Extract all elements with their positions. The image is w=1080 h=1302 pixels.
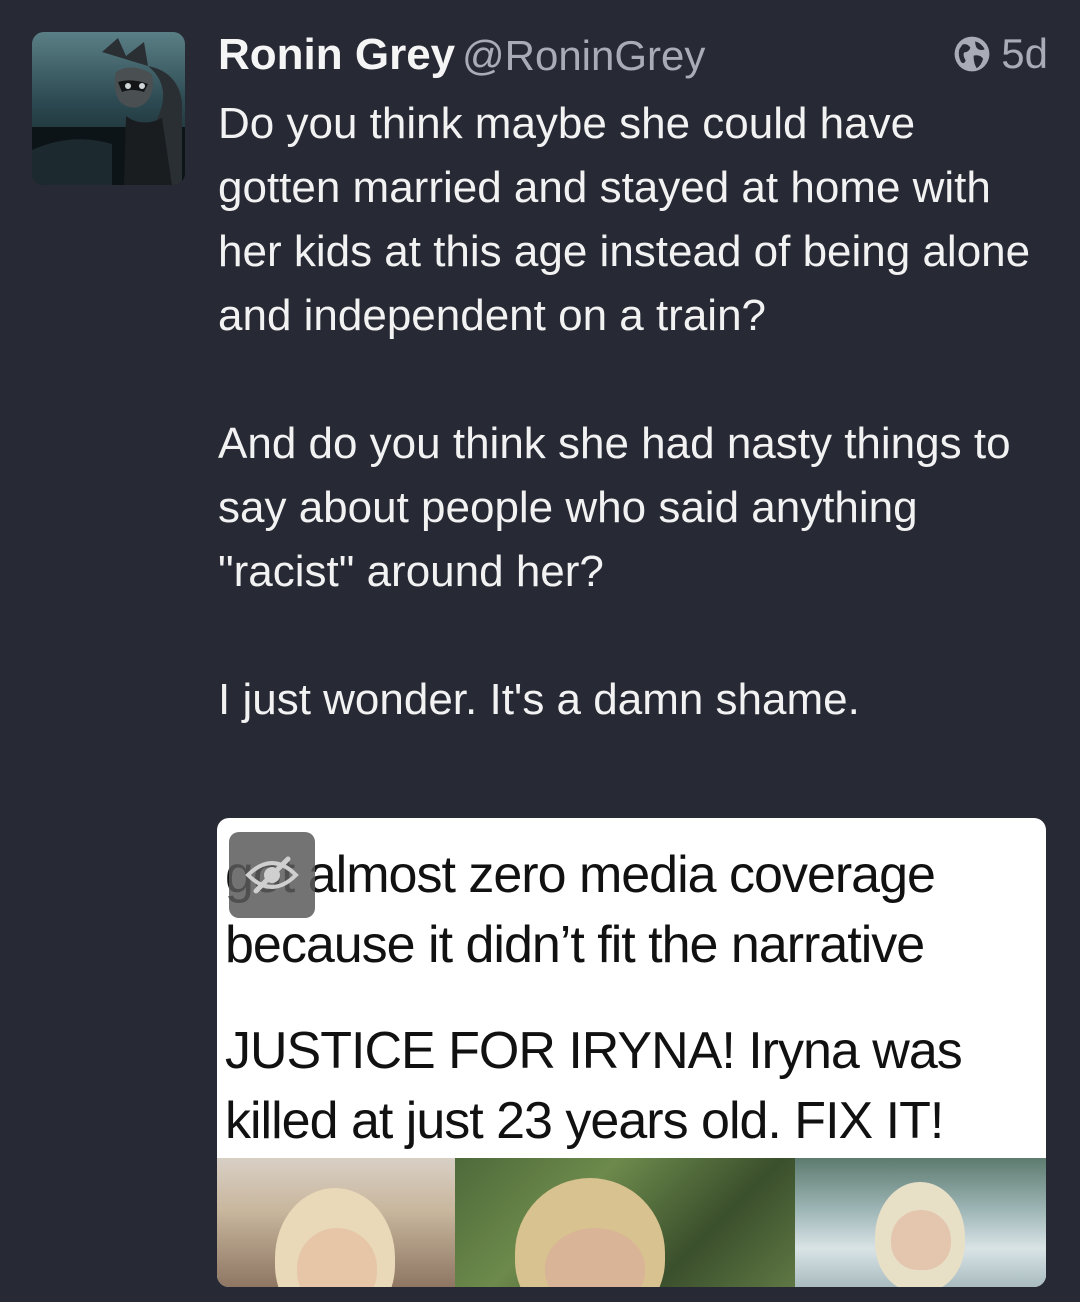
media-line: killed at just 23 years old. FIX IT! [225, 1092, 944, 1150]
post-paragraph: Do you think maybe she could have gotten… [218, 99, 1031, 340]
media-photo [795, 1158, 1046, 1287]
media-photo-strip [217, 1158, 1046, 1287]
hide-media-button[interactable] [229, 832, 315, 918]
post-meta: 5d [953, 28, 1048, 80]
avatar[interactable] [32, 32, 185, 185]
post-header: Ronin Grey @RoninGrey 5d [218, 26, 1048, 86]
globe-icon [954, 36, 990, 72]
media-photo [217, 1158, 455, 1287]
author-name[interactable]: Ronin Grey [218, 30, 455, 80]
media-line: got almost zero media coverage [225, 846, 936, 904]
post-time[interactable]: 5d [1001, 30, 1048, 78]
author-handle[interactable]: @RoninGrey [462, 32, 705, 80]
media-photo [455, 1158, 795, 1287]
eye-slash-icon [245, 856, 299, 894]
media-caption: got almost zero media coverage because i… [225, 840, 1036, 1156]
post-paragraph: I just wonder. It's a damn shame. [218, 675, 860, 724]
post-text: Do you think maybe she could have gotten… [218, 92, 1048, 732]
media-attachment[interactable]: got almost zero media coverage because i… [217, 818, 1046, 1287]
media-line: JUSTICE FOR IRYNA! Iryna was [225, 1022, 963, 1080]
post-paragraph: And do you think she had nasty things to… [218, 419, 1011, 596]
media-line: because it didn’t fit the narrative [225, 916, 925, 974]
